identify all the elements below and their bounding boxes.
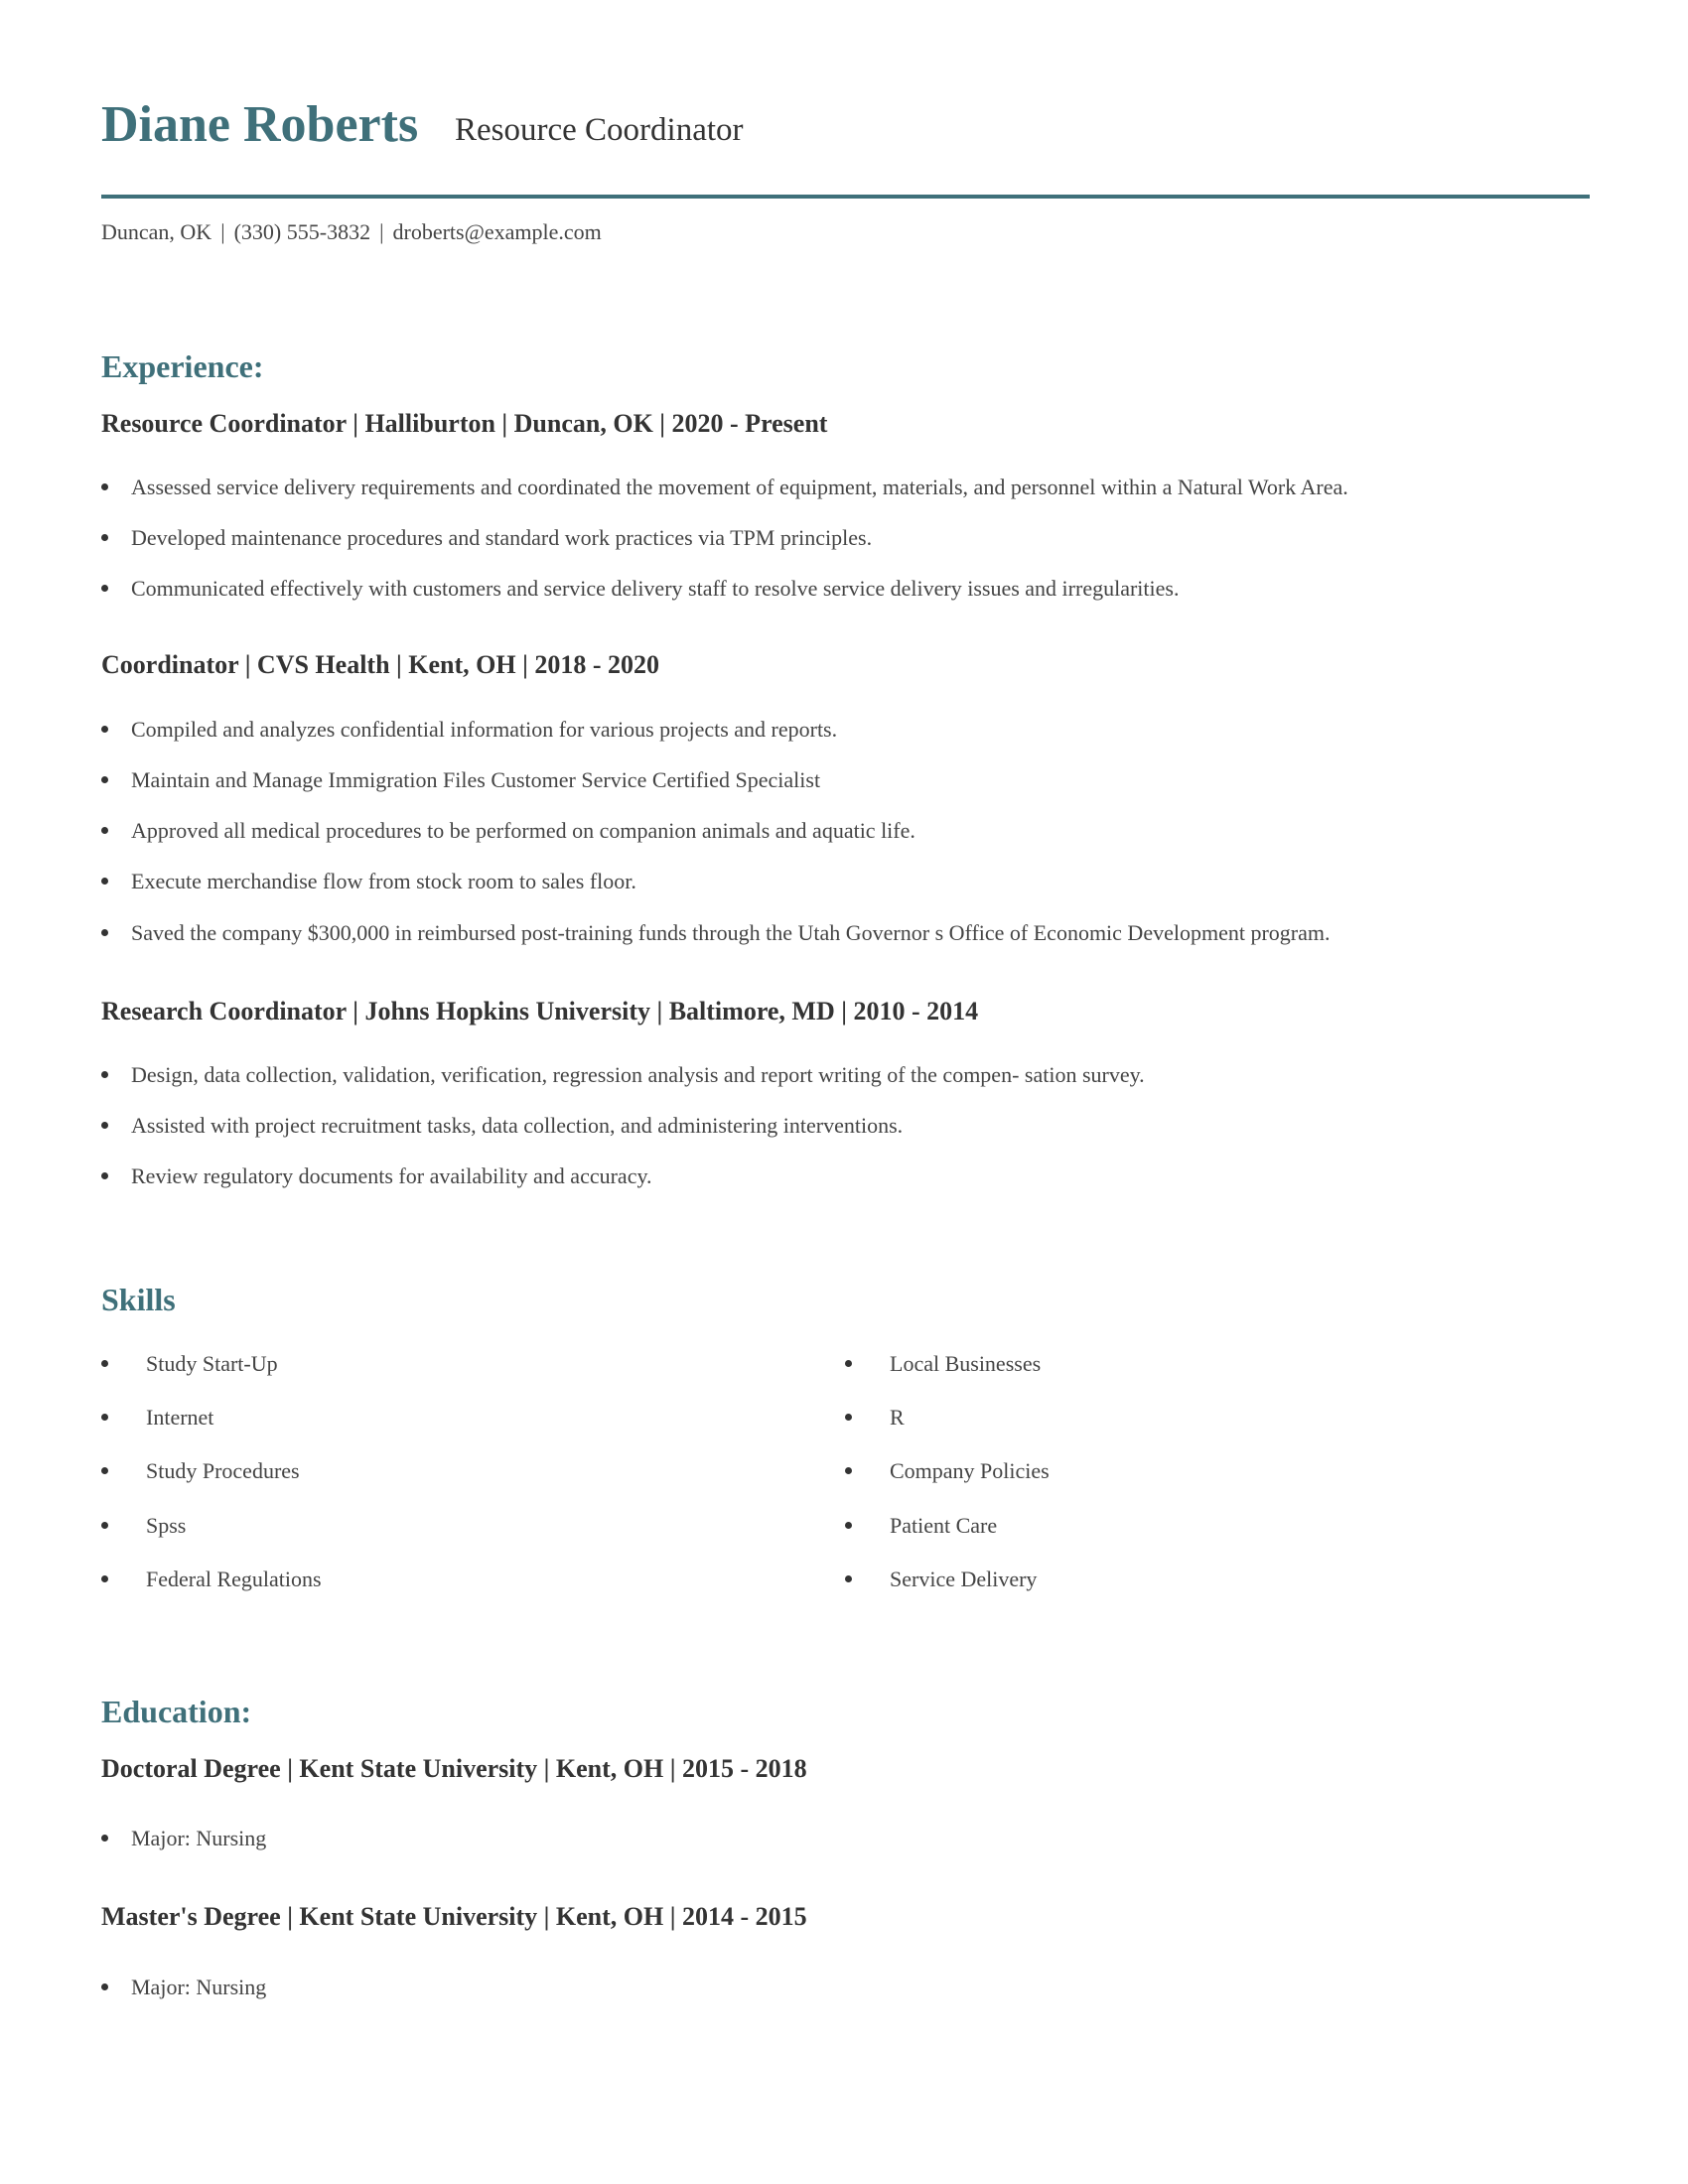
skill-text: Internet: [146, 1405, 214, 1430]
bullet-icon: [101, 878, 108, 886]
job-title-line: Resource Coordinator | Halliburton | Dun…: [101, 409, 828, 438]
job-bullet: Maintain and Manage Immigration Files Cu…: [101, 766, 820, 794]
skill-text: Study Start-Up: [146, 1351, 278, 1376]
skill-text: Federal Regulations: [146, 1567, 322, 1591]
job-title-line: Coordinator | CVS Health | Kent, OH | 20…: [101, 650, 659, 679]
job-bullet: Assisted with project recruitment tasks,…: [101, 1112, 903, 1140]
skills-heading: Skills: [101, 1282, 176, 1317]
bullet-icon: [101, 1467, 108, 1475]
bullet-text: Approved all medical procedures to be pe…: [131, 818, 915, 843]
bullet-icon: [101, 1071, 108, 1079]
bullet-icon: [101, 483, 108, 491]
skill-text: R: [890, 1405, 905, 1430]
skill-text: Company Policies: [890, 1458, 1050, 1483]
bullet-icon: [845, 1522, 852, 1530]
job-bullet: Review regulatory documents for availabi…: [101, 1162, 652, 1190]
skill-item: Internet: [101, 1404, 213, 1432]
candidate-title: Resource Coordinator: [455, 112, 744, 148]
education-heading: Education:: [101, 1694, 252, 1729]
job-bullet: Execute merchandise flow from stock room…: [101, 868, 636, 895]
bullet-icon: [101, 1122, 108, 1130]
skill-text: Local Businesses: [890, 1351, 1042, 1376]
job-bullet: Saved the company $300,000 in reimbursed…: [101, 919, 1330, 947]
bullet-icon: [101, 1360, 108, 1368]
bullet-text: Review regulatory documents for availabi…: [131, 1163, 652, 1188]
bullet-text: Major: Nursing: [131, 1975, 267, 1999]
skill-item: Service Delivery: [845, 1566, 1037, 1593]
job-bullet: Compiled and analyzes confidential infor…: [101, 716, 837, 744]
bullet-icon: [101, 534, 108, 542]
skill-item: Spss: [101, 1512, 186, 1540]
contact-email[interactable]: droberts@example.com: [393, 219, 602, 244]
degree-title-line: Doctoral Degree | Kent State University …: [101, 1754, 807, 1783]
job-bullet: Assessed service delivery requirements a…: [101, 474, 1348, 501]
bullet-text: Major: Nursing: [131, 1826, 267, 1850]
contact-line: Duncan, OK | (330) 555-3832 | droberts@examp…: [101, 218, 602, 246]
degree-bullet: Major: Nursing: [101, 1974, 266, 2001]
skill-text: Service Delivery: [890, 1567, 1038, 1591]
bullet-icon: [845, 1414, 852, 1422]
candidate-name: Diane Roberts: [101, 96, 419, 153]
bullet-icon: [101, 1575, 108, 1583]
skill-text: Patient Care: [890, 1513, 998, 1538]
bullet-icon: [845, 1360, 852, 1368]
experience-heading: Experience:: [101, 348, 264, 384]
skill-item: Study Start-Up: [101, 1350, 278, 1378]
bullet-icon: [101, 1172, 108, 1180]
contact-separator: |: [379, 219, 384, 244]
bullet-icon: [101, 726, 108, 734]
job-title-line: Research Coordinator | Johns Hopkins Uni…: [101, 997, 979, 1025]
bullet-text: Developed maintenance procedures and sta…: [131, 525, 873, 550]
skill-item: Patient Care: [845, 1512, 997, 1540]
bullet-text: Design, data collection, validation, ver…: [131, 1062, 1145, 1087]
degree-title-line: Master's Degree | Kent State University …: [101, 1902, 807, 1931]
header-divider: [101, 195, 1590, 199]
bullet-text: Execute merchandise flow from stock room…: [131, 869, 636, 893]
bullet-text: Assessed service delivery requirements a…: [131, 475, 1348, 499]
skill-item: Federal Regulations: [101, 1566, 322, 1593]
contact-phone: (330) 555-3832: [233, 219, 371, 244]
bullet-text: Compiled and analyzes confidential infor…: [131, 717, 838, 742]
bullet-text: Assisted with project recruitment tasks,…: [131, 1113, 904, 1138]
bullet-text: Saved the company $300,000 in reimbursed…: [131, 920, 1331, 945]
bullet-icon: [101, 1983, 108, 1991]
bullet-icon: [101, 827, 108, 835]
skill-item: R: [845, 1404, 905, 1432]
skill-text: Spss: [146, 1513, 187, 1538]
job-bullet: Design, data collection, validation, ver…: [101, 1061, 1145, 1089]
skill-text: Study Procedures: [146, 1458, 300, 1483]
bullet-text: Communicated effectively with customers …: [131, 576, 1180, 601]
job-bullet: Approved all medical procedures to be pe…: [101, 817, 915, 845]
skill-item: Company Policies: [845, 1457, 1050, 1485]
degree-bullet: Major: Nursing: [101, 1825, 266, 1852]
bullet-icon: [101, 1414, 108, 1422]
contact-separator: |: [220, 219, 225, 244]
job-bullet: Developed maintenance procedures and sta…: [101, 524, 872, 552]
bullet-icon: [845, 1467, 852, 1475]
skill-item: Study Procedures: [101, 1457, 300, 1485]
job-bullet: Communicated effectively with customers …: [101, 575, 1179, 603]
bullet-icon: [101, 1835, 108, 1843]
bullet-text: Maintain and Manage Immigration Files Cu…: [131, 767, 821, 792]
contact-location: Duncan, OK: [101, 219, 212, 244]
skill-item: Local Businesses: [845, 1350, 1041, 1378]
bullet-icon: [101, 1522, 108, 1530]
bullet-icon: [845, 1575, 852, 1583]
bullet-icon: [101, 776, 108, 784]
bullet-icon: [101, 929, 108, 937]
bullet-icon: [101, 585, 108, 593]
